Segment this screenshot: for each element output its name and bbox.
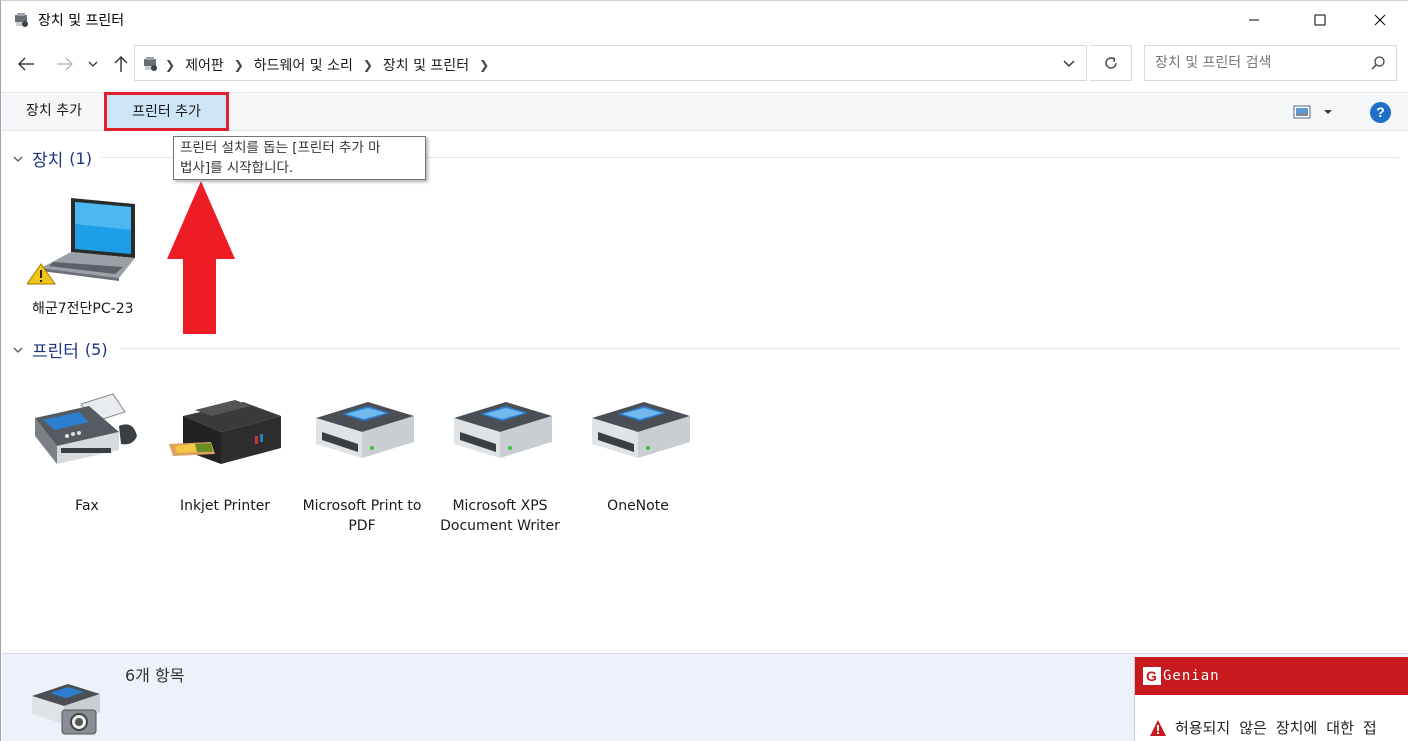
item-count-label: 6개 항목 <box>125 666 185 685</box>
back-button[interactable] <box>13 51 39 77</box>
address-dropdown-icon[interactable] <box>1060 54 1078 72</box>
forward-arrow-icon <box>57 57 73 71</box>
breadcrumb: ❯ 제어판 ❯ 하드웨어 및 소리 ❯ 장치 및 프린터 ❯ <box>165 55 499 75</box>
inkjet-printer-icon <box>165 386 285 482</box>
navigation-bar: ❯ 제어판 ❯ 하드웨어 및 소리 ❯ 장치 및 프린터 ❯ <box>1 39 1408 89</box>
chevron-right-icon[interactable]: ❯ <box>234 58 244 72</box>
chevron-down-icon <box>88 61 98 67</box>
genian-message-text: 허용되지 않은 장치에 대한 접 <box>1175 719 1377 737</box>
printer-item-inkjet[interactable]: Inkjet Printer <box>165 386 285 516</box>
devices-group-count: (1) <box>69 149 92 168</box>
minimize-button[interactable] <box>1231 1 1277 39</box>
printer-label: Inkjet Printer <box>179 498 271 514</box>
printer-label: OneNote <box>607 498 669 514</box>
add-printer-button[interactable]: 프린터 추가 <box>104 92 229 131</box>
printer-item-onenote[interactable]: OneNote <box>578 386 698 516</box>
printer-icon <box>302 386 422 482</box>
back-arrow-icon <box>18 57 34 71</box>
breadcrumb-control-panel[interactable]: 제어판 <box>185 55 224 75</box>
printer-icon <box>578 386 698 482</box>
up-button[interactable] <box>108 51 134 77</box>
devices-group-header[interactable]: 장치 (1) <box>12 146 92 171</box>
forward-button[interactable] <box>52 51 78 77</box>
command-bar: 장치 추가 프린터 추가 ? <box>2 92 1408 131</box>
close-icon <box>1374 14 1386 26</box>
devices-printers-window: 장치 및 프린터 ❯ 제어판 ❯ 하드웨어 및 소리 ❯ 장치 및 프린터 ❯ … <box>0 0 1408 741</box>
printers-group-count: (5) <box>84 340 108 359</box>
window-title: 장치 및 프린터 <box>38 13 125 29</box>
device-label: 해군7전단PC-23 <box>32 301 134 317</box>
genian-header: G Genian <box>1135 657 1408 695</box>
fax-icon <box>27 386 147 482</box>
search-input[interactable] <box>1145 46 1365 80</box>
printer-item-print-to-pdf[interactable]: Microsoft Print to PDF <box>302 386 422 536</box>
refresh-button[interactable] <box>1090 45 1132 81</box>
tooltip-line-2: 법사]를 시작합니다. <box>180 160 294 176</box>
change-view-button[interactable] <box>1292 103 1332 121</box>
printer-label: Microsoft XPS Document Writer <box>440 498 560 534</box>
printer-camera-icon <box>32 684 100 735</box>
group-divider <box>120 348 1399 349</box>
search-icon[interactable] <box>1370 55 1386 71</box>
chevron-right-icon[interactable]: ❯ <box>165 58 175 72</box>
printers-group-header[interactable]: 프린터 (5) <box>12 337 108 362</box>
maximize-button[interactable] <box>1297 1 1343 39</box>
chevron-right-icon[interactable]: ❯ <box>363 58 373 72</box>
close-button[interactable] <box>1357 1 1403 39</box>
printer-item-xps-writer[interactable]: Microsoft XPS Document Writer <box>440 386 560 536</box>
breadcrumb-devices-printers[interactable]: 장치 및 프린터 <box>383 55 469 75</box>
refresh-icon <box>1104 57 1117 69</box>
tooltip-line-1: 프린터 설치를 돕는 [프린터 추가 마 <box>180 140 381 156</box>
genian-message: 허용되지 않은 장치에 대한 접 <box>1149 717 1377 738</box>
collapse-chevron-icon <box>13 347 23 353</box>
up-arrow-icon <box>114 56 128 72</box>
add-device-button[interactable]: 장치 추가 <box>16 93 92 130</box>
devices-group-title: 장치 <box>32 151 64 171</box>
genian-notification[interactable]: G Genian 허용되지 않은 장치에 대한 접 <box>1134 657 1408 741</box>
devices-printers-icon <box>15 13 28 27</box>
laptop-warning-icon <box>26 194 147 290</box>
printer-label: Microsoft Print to PDF <box>302 498 422 534</box>
add-printer-tooltip: 프린터 설치를 돕는 [프린터 추가 마 법사]를 시작합니다. <box>173 136 426 180</box>
address-bar[interactable]: ❯ 제어판 ❯ 하드웨어 및 소리 ❯ 장치 및 프린터 ❯ <box>134 45 1087 81</box>
printers-group-title: 프린터 <box>32 342 79 362</box>
maximize-icon <box>1314 14 1326 26</box>
title-bar: 장치 및 프린터 <box>1 1 1408 39</box>
printer-icon <box>440 386 560 482</box>
recent-locations-button[interactable] <box>83 51 103 77</box>
warning-icon <box>1150 720 1166 736</box>
red-arrow-annotation-icon <box>167 181 235 334</box>
minimize-icon <box>1249 19 1259 21</box>
device-item[interactable]: 해군7전단PC-23 <box>26 194 147 319</box>
breadcrumb-hardware-sound[interactable]: 하드웨어 및 소리 <box>254 55 353 75</box>
printer-label: Fax <box>75 498 99 514</box>
search-box[interactable] <box>1144 45 1397 81</box>
collapse-chevron-icon <box>13 156 23 162</box>
genian-logo-icon: G <box>1143 667 1161 685</box>
help-button[interactable]: ? <box>1370 102 1391 123</box>
genian-brand: Genian <box>1163 668 1220 684</box>
printer-item-fax[interactable]: Fax <box>27 386 147 516</box>
devices-printers-icon <box>144 57 157 71</box>
chevron-right-icon[interactable]: ❯ <box>479 58 489 72</box>
